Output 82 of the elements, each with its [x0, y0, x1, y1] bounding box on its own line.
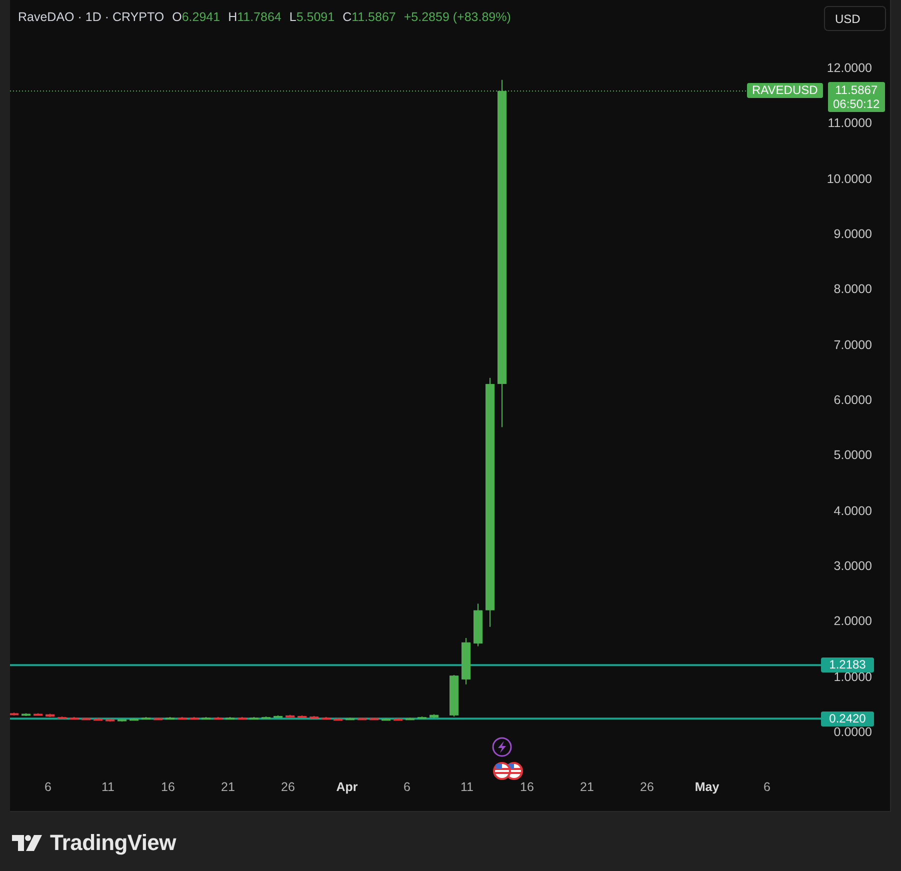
- price-axis-label: 0.0000: [834, 724, 872, 739]
- candle: [70, 716, 78, 720]
- candle: [178, 716, 186, 720]
- candle: [474, 603, 482, 647]
- candle: [286, 714, 294, 718]
- time-axis-label: 21: [580, 780, 594, 794]
- candle: [106, 718, 114, 722]
- candle: [82, 717, 90, 720]
- price-change: +5.2859 (+83.89%): [404, 10, 511, 24]
- time-axis-label: 26: [281, 780, 295, 794]
- price-axis-label: 12.0000: [826, 61, 872, 75]
- time-axis-label: 16: [520, 780, 534, 794]
- candle: [238, 716, 246, 720]
- price-axis-label: 9.0000: [834, 226, 872, 241]
- line-price-tag: 0.2420: [821, 711, 874, 726]
- line-price-tag: 1.2183: [821, 658, 874, 673]
- price-axis-label: 10.0000: [826, 172, 872, 186]
- candle: [406, 717, 414, 720]
- candle: [250, 716, 258, 720]
- candle: [190, 716, 198, 720]
- time-axis-label: 6: [764, 780, 770, 794]
- price-axis-label: 4.0000: [834, 504, 872, 518]
- ohlc-value: O6.2941: [172, 10, 220, 24]
- time-axis-label: May: [694, 780, 720, 794]
- candle: [430, 714, 438, 719]
- time-axis-label: 6: [404, 780, 410, 794]
- bar-countdown: 06:50:12: [833, 97, 880, 111]
- candle: [298, 714, 306, 718]
- candle: [214, 716, 222, 720]
- price-axis-label: 3.0000: [834, 558, 872, 573]
- candle: [262, 716, 270, 720]
- time-axis-label: 26: [640, 780, 654, 794]
- candle: [154, 717, 162, 720]
- price-axis-label: 5.0000: [834, 448, 872, 462]
- candle: [130, 718, 138, 721]
- time-axis-label: 21: [221, 780, 235, 794]
- candle: [418, 716, 426, 720]
- price-axis-label: 6.0000: [834, 392, 872, 407]
- candle: [370, 717, 378, 720]
- candle: [450, 674, 458, 717]
- candle: [34, 712, 42, 716]
- time-axis-label: 16: [161, 780, 175, 794]
- candle: [58, 716, 66, 720]
- symbol-title: RaveDAO · 1D · CRYPTO: [18, 10, 164, 24]
- candle: [462, 637, 470, 685]
- last-price: 11.5867: [835, 83, 878, 97]
- candle: [382, 718, 390, 721]
- candle: [394, 718, 402, 721]
- price-axis-label: 7.0000: [834, 338, 872, 352]
- horizontal-line[interactable]: [10, 664, 821, 666]
- price-axis-label: 2.0000: [834, 614, 872, 628]
- price-axis-label: 11.0000: [828, 116, 872, 130]
- lightning-icon[interactable]: [492, 737, 512, 757]
- candle: [46, 713, 54, 718]
- horizontal-line[interactable]: [10, 718, 821, 720]
- ohlc-value: C11.5867: [342, 10, 396, 24]
- candle: [202, 716, 210, 720]
- time-axis-label: 6: [44, 780, 52, 794]
- time-axis-label: 11: [460, 780, 474, 794]
- candle: [346, 717, 354, 720]
- time-axis-label: 11: [102, 780, 114, 794]
- candle: [226, 716, 234, 720]
- candle: [118, 718, 126, 722]
- candle: [322, 716, 330, 720]
- ohlc-value: L5.5091: [289, 10, 335, 24]
- candle: [334, 718, 342, 721]
- logo-icon: [12, 835, 42, 851]
- flag-icon[interactable]: [493, 762, 511, 780]
- candle: [166, 716, 174, 720]
- brand-name: TradingView: [50, 830, 176, 856]
- price-axis-label: 8.0000: [834, 282, 872, 296]
- currency-button[interactable]: USD: [824, 6, 886, 31]
- ohlc-value: H11.7864: [228, 10, 282, 24]
- candle: [142, 716, 150, 720]
- candle: [358, 717, 366, 720]
- candle: [10, 712, 18, 716]
- candle: [22, 712, 30, 716]
- symbol-tag: RAVEDUSD: [747, 83, 823, 98]
- time-axis-label: Apr: [336, 780, 358, 794]
- candle: [94, 718, 102, 721]
- candle: [310, 715, 318, 720]
- candle: [274, 714, 282, 718]
